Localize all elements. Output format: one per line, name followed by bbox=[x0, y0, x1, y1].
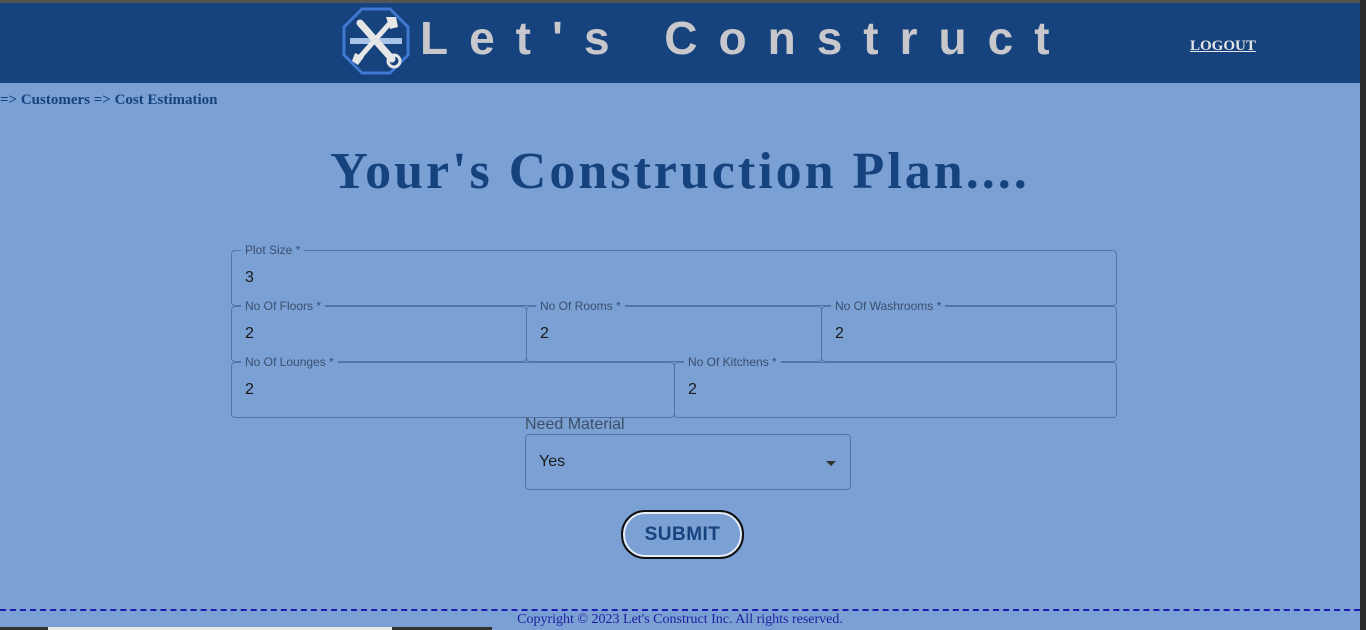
submit-button[interactable]: SUBMIT bbox=[621, 510, 744, 559]
kitchens-field[interactable]: No Of Kitchens * bbox=[674, 355, 1117, 418]
rooms-input[interactable] bbox=[540, 325, 808, 343]
footer-divider bbox=[0, 609, 1360, 611]
need-material-value: Yes bbox=[539, 453, 566, 470]
plot-size-field[interactable]: Plot Size * bbox=[231, 243, 1117, 306]
caret-down-icon bbox=[826, 461, 836, 466]
floors-field[interactable]: No Of Floors * bbox=[231, 299, 527, 362]
window-scrollbar[interactable] bbox=[1360, 0, 1366, 630]
floors-input[interactable] bbox=[245, 325, 513, 343]
washrooms-label: No Of Washrooms * bbox=[831, 299, 946, 313]
floors-label: No Of Floors * bbox=[241, 299, 326, 313]
need-material-label: Need Material bbox=[525, 416, 625, 433]
kitchens-label: No Of Kitchens * bbox=[684, 355, 781, 369]
need-material-select[interactable]: Yes bbox=[525, 434, 851, 490]
breadcrumb: => Customers => Cost Estimation bbox=[0, 92, 218, 108]
washrooms-field[interactable]: No Of Washrooms * bbox=[821, 299, 1117, 362]
page-title: Your's Construction Plan.... bbox=[330, 143, 1030, 200]
rooms-field[interactable]: No Of Rooms * bbox=[526, 299, 822, 362]
plot-size-label: Plot Size * bbox=[241, 243, 305, 257]
tools-icon bbox=[342, 7, 410, 75]
footer-copyright: Copyright © 2023 Let's Construct Inc. Al… bbox=[517, 612, 843, 627]
site-header: Let's Construct LOGOUT bbox=[0, 3, 1360, 83]
plot-size-input[interactable] bbox=[245, 269, 1103, 287]
brand-title: Let's Construct bbox=[420, 12, 1071, 64]
lounges-input[interactable] bbox=[245, 381, 661, 399]
kitchens-input[interactable] bbox=[688, 381, 1103, 399]
washrooms-input[interactable] bbox=[835, 325, 1103, 343]
rooms-label: No Of Rooms * bbox=[536, 299, 625, 313]
lounges-field[interactable]: No Of Lounges * bbox=[231, 355, 675, 418]
lounges-label: No Of Lounges * bbox=[241, 355, 338, 369]
logout-link[interactable]: LOGOUT bbox=[1190, 38, 1256, 55]
